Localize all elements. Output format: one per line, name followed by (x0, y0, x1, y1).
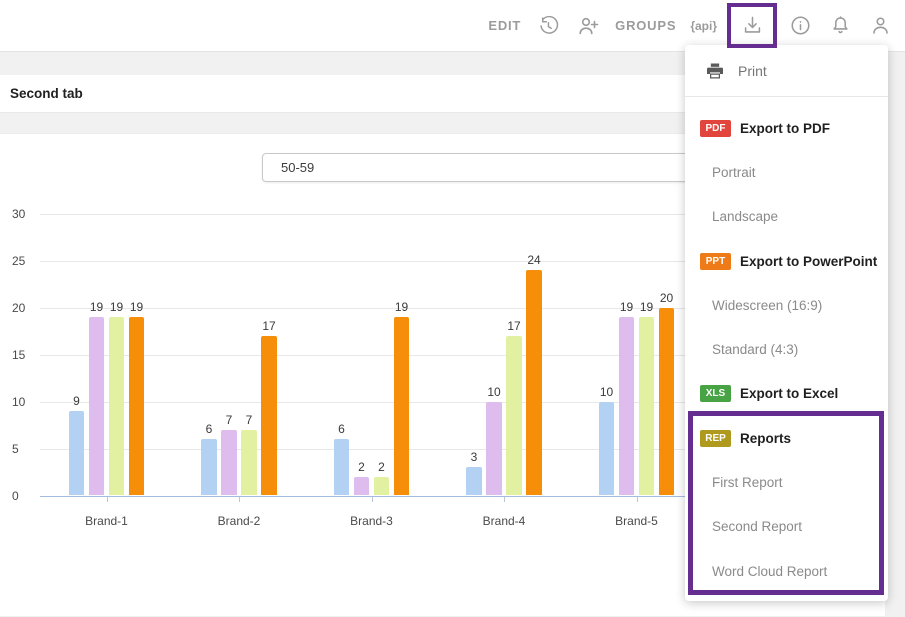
bar-orange-brand-4[interactable] (526, 270, 542, 495)
menu-item-first-report[interactable]: First Report (685, 460, 888, 504)
rep-badge-icon: REP (700, 430, 731, 447)
x-axis-tick (107, 497, 108, 502)
bar-purple-brand-5[interactable] (619, 317, 635, 495)
bar-value-label: 24 (519, 253, 549, 267)
x-axis-category-label: Brand-5 (592, 514, 682, 528)
groups-button[interactable]: GROUPS (615, 18, 676, 33)
bar-value-label: 7 (234, 413, 264, 427)
menu-item-print[interactable]: Print (685, 45, 888, 97)
bar-value-label: 19 (122, 300, 152, 314)
bell-icon[interactable] (827, 13, 853, 39)
bar-green-brand-5[interactable] (639, 317, 655, 495)
printer-icon (705, 61, 725, 81)
y-axis-tick-label: 20 (12, 301, 36, 315)
menu-item-label: Portrait (712, 165, 756, 180)
menu-list: PDF Export to PDF Portrait Landscape PPT Expo… (685, 97, 888, 593)
info-icon[interactable] (787, 13, 813, 39)
bar-orange-brand-5[interactable] (659, 308, 675, 496)
bar-purple-brand-1[interactable] (89, 317, 105, 495)
menu-item-label: Export to PowerPoint (740, 254, 877, 269)
menu-item-label: Export to PDF (740, 121, 830, 136)
menu-item-label: Standard (4:3) (712, 342, 798, 357)
menu-item-label: First Report (712, 475, 783, 490)
bar-value-label: 3 (459, 450, 489, 464)
history-icon[interactable] (535, 13, 561, 39)
bar-green-brand-1[interactable] (109, 317, 125, 495)
bar-value-label: 19 (387, 300, 417, 314)
bar-value-label: 20 (652, 291, 682, 305)
y-axis-tick-label: 30 (12, 207, 36, 221)
bar-value-label: 10 (592, 385, 622, 399)
x-axis-tick (504, 497, 505, 502)
bar-blue-brand-1[interactable] (69, 411, 85, 495)
menu-item-export-to-pdf[interactable]: PDF Export to PDF (685, 106, 888, 150)
toolbar: EDIT GROUPS {api} (0, 0, 905, 52)
x-axis-category-label: Brand-4 (459, 514, 549, 528)
menu-item-label: Landscape (712, 209, 778, 224)
download-highlight-box (727, 3, 777, 48)
xls-badge-icon: XLS (700, 385, 731, 402)
menu-item-label: Widescreen (16:9) (712, 298, 822, 313)
bar-green-brand-3[interactable] (374, 477, 390, 496)
bar-blue-brand-4[interactable] (466, 467, 482, 495)
export-menu: Print PDFExport to PDFPortraitLandscapeP… (685, 45, 888, 601)
bar-value-label: 9 (62, 394, 92, 408)
bar-blue-brand-2[interactable] (201, 439, 217, 495)
bar-value-label: 10 (479, 385, 509, 399)
edit-button[interactable]: EDIT (488, 18, 521, 33)
x-axis-category-label: Brand-1 (62, 514, 152, 528)
y-axis-tick-label: 15 (12, 348, 36, 362)
download-icon[interactable] (739, 13, 765, 39)
api-icon[interactable]: {api} (690, 13, 717, 39)
tab-title: Second tab (10, 86, 83, 101)
ppt-badge-icon: PPT (700, 253, 731, 270)
menu-item-portrait[interactable]: Portrait (685, 150, 888, 194)
y-axis-tick-label: 0 (12, 489, 36, 503)
bar-green-brand-4[interactable] (506, 336, 522, 496)
menu-item-widescreen-16-9-[interactable]: Widescreen (16:9) (685, 283, 888, 327)
bar-value-label: 6 (327, 422, 357, 436)
y-axis-tick-label: 25 (12, 254, 36, 268)
bar-orange-brand-3[interactable] (394, 317, 410, 495)
bar-value-label: 17 (499, 319, 529, 333)
bar-purple-brand-2[interactable] (221, 430, 237, 496)
bar-purple-brand-4[interactable] (486, 402, 502, 496)
bar-value-label: 17 (254, 319, 284, 333)
person-add-icon[interactable] (575, 13, 601, 39)
menu-item-label: Print (738, 63, 767, 79)
menu-item-standard-4-3-[interactable]: Standard (4:3) (685, 327, 888, 371)
menu-item-export-to-excel[interactable]: XLS Export to Excel (685, 372, 888, 416)
menu-item-label: Second Report (712, 519, 802, 534)
menu-item-word-cloud-report[interactable]: Word Cloud Report (685, 549, 888, 593)
menu-item-label: Word Cloud Report (712, 564, 827, 579)
x-axis-category-label: Brand-3 (327, 514, 417, 528)
y-axis-tick-label: 5 (12, 442, 36, 456)
bar-blue-brand-5[interactable] (599, 402, 615, 496)
bar-green-brand-2[interactable] (241, 430, 257, 496)
person-icon[interactable] (867, 13, 893, 39)
menu-item-label: Export to Excel (740, 386, 838, 401)
menu-item-landscape[interactable]: Landscape (685, 195, 888, 239)
bar-value-label: 2 (367, 460, 397, 474)
menu-item-export-to-powerpoint[interactable]: PPT Export to PowerPoint (685, 239, 888, 283)
y-axis-tick-label: 10 (12, 395, 36, 409)
menu-item-label: Reports (740, 431, 791, 446)
x-axis-tick (239, 497, 240, 502)
menu-item-second-report[interactable]: Second Report (685, 505, 888, 549)
x-axis-category-label: Brand-2 (194, 514, 284, 528)
menu-item-reports[interactable]: REP Reports (685, 416, 888, 460)
x-axis-tick (372, 497, 373, 502)
x-axis-tick (637, 497, 638, 502)
bar-purple-brand-3[interactable] (354, 477, 370, 496)
pdf-badge-icon: PDF (700, 120, 731, 137)
bar-orange-brand-1[interactable] (129, 317, 145, 495)
bar-orange-brand-2[interactable] (261, 336, 277, 496)
